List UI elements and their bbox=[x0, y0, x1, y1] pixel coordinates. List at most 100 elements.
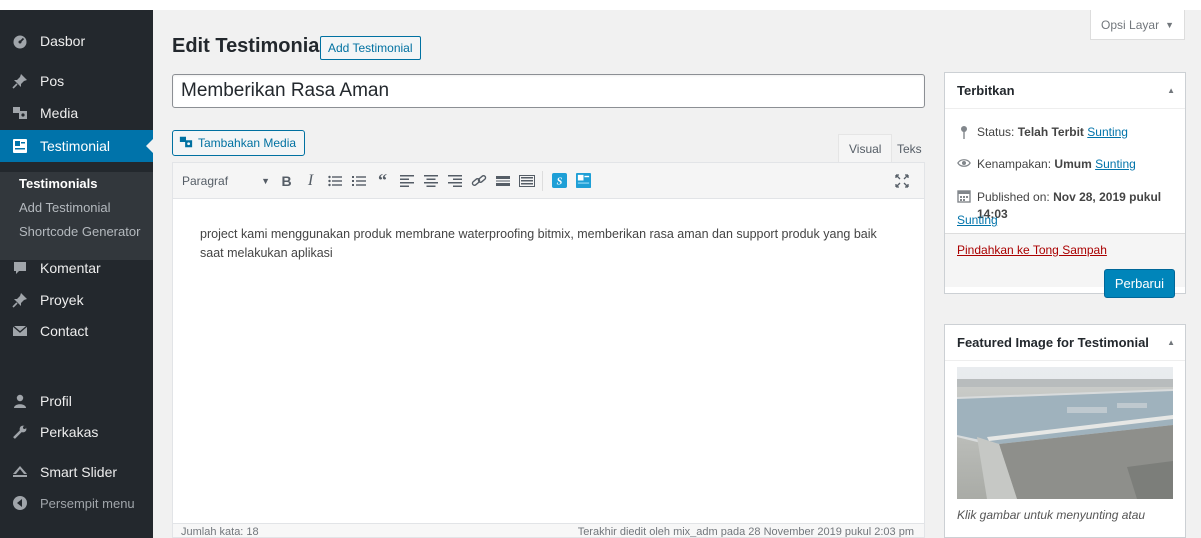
collapse-menu[interactable]: Persempit menu bbox=[0, 487, 153, 519]
media-icon bbox=[0, 105, 40, 121]
page-title: Edit Testimonial bbox=[172, 35, 325, 57]
tab-text[interactable]: Teks bbox=[886, 134, 933, 162]
media-icon bbox=[179, 135, 193, 152]
fullscreen-button[interactable] bbox=[890, 169, 914, 193]
testimonial-submenu: Testimonials Add Testimonial Shortcode G… bbox=[0, 172, 153, 260]
edit-visibility-link[interactable]: Sunting bbox=[1095, 157, 1136, 171]
edit-status-link[interactable]: Sunting bbox=[1087, 125, 1128, 139]
toolbar-divider bbox=[542, 170, 543, 191]
sidebar-item-label: Media bbox=[40, 105, 79, 121]
edit-date-link[interactable]: Sunting bbox=[957, 213, 998, 227]
bullet-list-button[interactable] bbox=[323, 169, 346, 193]
sidebar-item-komentar[interactable]: Komentar bbox=[0, 252, 153, 284]
collapse-arrow-icon[interactable]: ▲ bbox=[1167, 338, 1175, 347]
tab-visual[interactable]: Visual bbox=[838, 134, 893, 162]
update-button[interactable]: Perbarui bbox=[1103, 269, 1175, 298]
collapse-icon bbox=[0, 495, 40, 511]
italic-button[interactable]: I bbox=[299, 169, 322, 193]
visibility-row: Kenampakan: Umum Sunting bbox=[957, 157, 1136, 171]
read-more-button[interactable] bbox=[491, 169, 514, 193]
sidebar-item-perkakas[interactable]: Perkakas bbox=[0, 416, 153, 448]
featured-image[interactable] bbox=[957, 367, 1173, 499]
numbered-list-button[interactable] bbox=[347, 169, 370, 193]
sidebar-item-media[interactable]: Media bbox=[0, 97, 153, 129]
sidebar-item-smart-slider[interactable]: Smart Slider bbox=[0, 456, 153, 488]
align-center-button[interactable] bbox=[419, 169, 442, 193]
format-select[interactable]: Paragraf ▼ bbox=[182, 169, 274, 193]
collapse-arrow-icon[interactable]: ▲ bbox=[1167, 86, 1175, 95]
status-label: Status: bbox=[977, 125, 1015, 139]
testimonial-icon bbox=[576, 173, 591, 188]
wrench-icon bbox=[0, 424, 40, 440]
caret-down-icon: ▼ bbox=[1165, 19, 1174, 30]
slider-icon bbox=[0, 464, 40, 480]
add-media-button[interactable]: Tambahkan Media bbox=[172, 130, 306, 156]
format-select-value: Paragraf bbox=[182, 173, 229, 188]
featured-image-header[interactable]: Featured Image for Testimonial ▲ bbox=[945, 325, 1185, 361]
align-left-button[interactable] bbox=[395, 169, 418, 193]
sidebar-item-contact[interactable]: Contact bbox=[0, 315, 153, 347]
sidebar-item-label: Dasbor bbox=[40, 33, 86, 49]
keyboard-icon bbox=[518, 174, 535, 187]
user-icon bbox=[0, 393, 40, 409]
add-testimonial-button[interactable]: Add Testimonial bbox=[320, 36, 421, 60]
testimonial-shortcode-button[interactable] bbox=[572, 169, 595, 193]
editor-toolbar: Paragraf ▼ B I “ S bbox=[173, 163, 924, 199]
add-media-label: Tambahkan Media bbox=[198, 136, 297, 150]
s-plugin-icon: S bbox=[552, 173, 567, 188]
align-left-icon bbox=[399, 174, 414, 187]
last-edited-info: Terakhir diedit oleh mix_adm pada 28 Nov… bbox=[577, 526, 914, 537]
featured-image-box: Featured Image for Testimonial ▲ Klik ga… bbox=[944, 324, 1186, 538]
admin-sidebar: Dasbor Pos Media Testimonial Testimonial… bbox=[0, 10, 153, 538]
sidebar-item-pos[interactable]: Pos bbox=[0, 65, 153, 97]
status-row: Status: Telah Terbit Sunting bbox=[957, 125, 1128, 139]
sidebar-item-label: Komentar bbox=[40, 260, 101, 276]
featured-image-photo bbox=[957, 367, 1173, 499]
pin-icon bbox=[957, 125, 971, 139]
sidebar-item-label: Proyek bbox=[40, 292, 84, 308]
sidebar-item-label: Profil bbox=[40, 393, 72, 409]
blockquote-button[interactable]: “ bbox=[371, 169, 394, 193]
numbered-list-icon bbox=[351, 175, 366, 186]
featured-image-title: Featured Image for Testimonial bbox=[957, 335, 1149, 350]
read-more-icon bbox=[495, 175, 510, 186]
bold-button[interactable]: B bbox=[275, 169, 298, 193]
sidebar-item-profil[interactable]: Profil bbox=[0, 385, 153, 417]
bullet-list-icon bbox=[327, 175, 342, 186]
admin-bar bbox=[0, 0, 1201, 10]
editor-body[interactable]: project kami menggunakan produk membrane… bbox=[200, 225, 900, 263]
svg-text:S: S bbox=[557, 176, 563, 187]
visibility-value: Umum bbox=[1054, 157, 1092, 171]
align-right-button[interactable] bbox=[443, 169, 466, 193]
sidebar-item-label: Testimonial bbox=[40, 138, 111, 154]
post-title-input[interactable]: Memberikan Rasa Aman bbox=[172, 74, 925, 108]
sidebar-item-proyek[interactable]: Proyek bbox=[0, 284, 153, 316]
publish-box: Terbitkan ▲ Status: Telah Terbit Sunting… bbox=[944, 72, 1186, 298]
insert-link-button[interactable] bbox=[467, 169, 490, 193]
editor-status-bar: Jumlah kata: 18 Terakhir diedit oleh mix… bbox=[173, 523, 924, 537]
mail-icon bbox=[0, 324, 40, 338]
sidebar-item-label: Persempit menu bbox=[40, 495, 135, 511]
sidebar-item-label: Pos bbox=[40, 73, 65, 89]
comment-icon bbox=[0, 260, 40, 276]
pin-icon bbox=[0, 292, 40, 308]
publish-box-header[interactable]: Terbitkan ▲ bbox=[945, 73, 1185, 109]
submenu-item-shortcode-generator[interactable]: Shortcode Generator bbox=[19, 224, 140, 239]
align-center-icon bbox=[423, 174, 438, 187]
sidebar-item-testimonial[interactable]: Testimonial bbox=[0, 130, 153, 162]
word-count: Jumlah kata: 18 bbox=[181, 526, 259, 537]
eye-icon bbox=[957, 157, 971, 169]
publish-box-title: Terbitkan bbox=[957, 83, 1015, 98]
move-to-trash-link[interactable]: Pindahkan ke Tong Sampah bbox=[957, 243, 1107, 257]
toolbar-toggle-button[interactable] bbox=[515, 169, 538, 193]
submenu-item-testimonials[interactable]: Testimonials bbox=[19, 176, 98, 191]
shortcode-s-button[interactable]: S bbox=[548, 169, 571, 193]
pin-icon bbox=[0, 73, 40, 89]
submenu-item-add-testimonial[interactable]: Add Testimonial bbox=[19, 200, 111, 215]
sidebar-item-dasbor[interactable]: Dasbor bbox=[0, 25, 153, 57]
active-indicator bbox=[146, 139, 153, 153]
align-right-icon bbox=[447, 174, 462, 187]
content-editor: Paragraf ▼ B I “ S project kami mengguna… bbox=[172, 162, 925, 538]
screen-options-button[interactable]: Opsi Layar ▼ bbox=[1090, 10, 1185, 40]
sidebar-item-label: Perkakas bbox=[40, 424, 99, 440]
